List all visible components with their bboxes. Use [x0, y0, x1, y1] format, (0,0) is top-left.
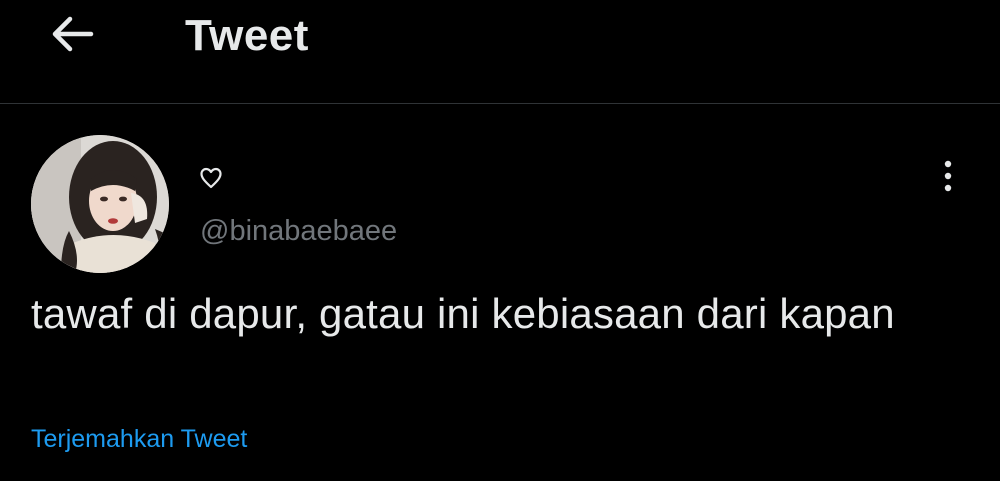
- display-name[interactable]: [199, 162, 223, 198]
- top-app-bar: Tweet: [0, 0, 1000, 104]
- arrow-left-icon: [50, 14, 94, 59]
- more-options-button[interactable]: [926, 152, 970, 204]
- tweet-text: tawaf di dapur, gatau ini kebiasaan dari…: [31, 290, 895, 337]
- profile-photo: [31, 135, 169, 273]
- page-title: Tweet: [185, 11, 309, 60]
- avatar[interactable]: [31, 135, 169, 273]
- back-button[interactable]: [40, 8, 104, 64]
- more-vertical-icon: [942, 159, 954, 198]
- user-handle[interactable]: @binabaebaee: [200, 213, 397, 249]
- heart-outline-icon: [199, 166, 223, 195]
- translate-tweet-link[interactable]: Terjemahkan Tweet: [31, 422, 247, 456]
